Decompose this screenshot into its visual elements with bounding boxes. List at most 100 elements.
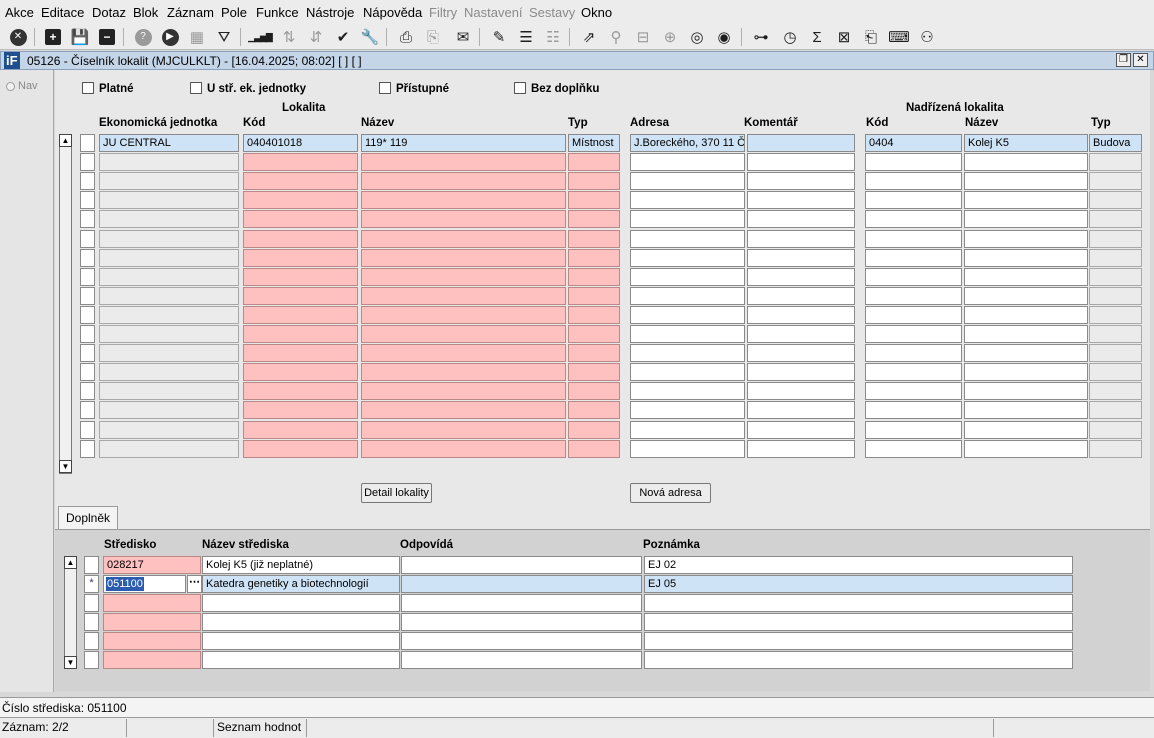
cell-kod[interactable]: 040401018 xyxy=(243,134,358,152)
cell-komentar[interactable] xyxy=(747,249,855,267)
sort-ascending-button[interactable]: ⇅ xyxy=(278,26,300,48)
row-selector[interactable] xyxy=(80,344,95,362)
row-selector[interactable] xyxy=(80,440,95,458)
cell-nazev[interactable] xyxy=(361,268,566,286)
cell-kod[interactable] xyxy=(243,287,358,305)
cell-n-nazev[interactable] xyxy=(964,172,1088,190)
row-selector[interactable] xyxy=(84,556,99,574)
cell-kod[interactable] xyxy=(243,440,358,458)
cell-komentar[interactable] xyxy=(747,363,855,381)
row-selector[interactable] xyxy=(80,210,95,228)
cell-n-nazev[interactable] xyxy=(964,440,1088,458)
cell-nazev[interactable] xyxy=(361,440,566,458)
cell-typ[interactable] xyxy=(568,363,620,381)
cell-nazev[interactable]: Katedra genetiky a biotechnologií xyxy=(202,575,400,593)
cell-ek[interactable] xyxy=(99,382,239,400)
person-button[interactable]: ⚇ xyxy=(916,26,938,48)
cell-n-kod[interactable] xyxy=(865,249,962,267)
cell-n-nazev[interactable] xyxy=(964,344,1088,362)
menu-item[interactable]: Okno xyxy=(581,5,612,20)
cell-kod[interactable] xyxy=(243,172,358,190)
wrench-button[interactable]: 🔧 xyxy=(359,26,381,48)
cell-ek[interactable] xyxy=(99,230,239,248)
cell-poznamka[interactable] xyxy=(644,632,1073,650)
cell-nazev[interactable] xyxy=(361,172,566,190)
row-selector[interactable] xyxy=(84,632,99,650)
menu-item[interactable]: Funkce xyxy=(256,5,299,20)
menu-item[interactable]: Filtry xyxy=(429,5,457,20)
cell-n-nazev[interactable] xyxy=(964,249,1088,267)
row-selector[interactable] xyxy=(80,268,95,286)
tab-doplnek[interactable]: Doplněk xyxy=(58,506,118,529)
cell-nazev[interactable] xyxy=(202,651,400,669)
eye-button[interactable]: ◉ xyxy=(713,26,735,48)
row-selector[interactable] xyxy=(80,153,95,171)
cell-komentar[interactable] xyxy=(747,382,855,400)
doc-button[interactable]: ⎗ xyxy=(860,26,882,48)
sub-scroll-down-button[interactable]: ▼ xyxy=(64,656,77,669)
attach-button[interactable]: ⚲ xyxy=(605,26,627,48)
cell-ek[interactable] xyxy=(99,287,239,305)
cell-typ[interactable] xyxy=(568,268,620,286)
row-selector[interactable] xyxy=(80,421,95,439)
cell-n-typ[interactable] xyxy=(1089,210,1142,228)
cell-adresa[interactable] xyxy=(630,306,745,324)
cell-nazev[interactable] xyxy=(361,306,566,324)
cell-komentar[interactable] xyxy=(747,325,855,343)
run-button[interactable]: ▶ xyxy=(159,26,181,48)
nav-radio-button[interactable]: Nav xyxy=(6,78,46,94)
cell-ek[interactable] xyxy=(99,440,239,458)
cell-ek[interactable] xyxy=(99,344,239,362)
cell-odpovida[interactable] xyxy=(401,651,642,669)
cell-komentar[interactable] xyxy=(747,344,855,362)
cell-odpovida[interactable] xyxy=(401,632,642,650)
cell-nazev[interactable]: Kolej K5 (již neplatné) xyxy=(202,556,400,574)
cell-n-typ[interactable] xyxy=(1089,268,1142,286)
cell-typ[interactable] xyxy=(568,382,620,400)
cell-kod[interactable] xyxy=(243,306,358,324)
menu-item[interactable]: Nástroje xyxy=(306,5,354,20)
cell-nazev[interactable] xyxy=(361,363,566,381)
sub-scroll-up-button[interactable]: ▲ xyxy=(64,556,77,569)
print-preview-button[interactable]: ⎘ xyxy=(422,26,444,48)
cell-n-typ[interactable] xyxy=(1089,172,1142,190)
cell-komentar[interactable] xyxy=(747,134,855,152)
close-window-button[interactable]: ✕ xyxy=(1133,53,1148,67)
platne-checkbox[interactable] xyxy=(82,82,94,94)
cell-nazev[interactable] xyxy=(361,153,566,171)
cell-n-kod[interactable] xyxy=(865,230,962,248)
cell-n-nazev[interactable] xyxy=(964,191,1088,209)
cell-ek[interactable]: JU CENTRAL xyxy=(99,134,239,152)
cell-typ[interactable] xyxy=(568,153,620,171)
open-external-button[interactable]: ⇗ xyxy=(578,26,600,48)
cell-nazev[interactable] xyxy=(361,401,566,419)
cell-komentar[interactable] xyxy=(747,172,855,190)
row-selector[interactable] xyxy=(84,613,99,631)
row-selector[interactable] xyxy=(80,363,95,381)
cell-n-typ[interactable]: Budova xyxy=(1089,134,1142,152)
cell-typ[interactable] xyxy=(568,421,620,439)
sort-descending-button[interactable]: ⇵ xyxy=(305,26,327,48)
cell-typ[interactable] xyxy=(568,230,620,248)
cell-odpovida[interactable] xyxy=(401,613,642,631)
cell-ek[interactable] xyxy=(99,401,239,419)
list-of-values-button[interactable]: ⋯ xyxy=(187,575,202,593)
list-button[interactable]: ☰ xyxy=(515,26,537,48)
cell-komentar[interactable] xyxy=(747,287,855,305)
cell-kod[interactable] xyxy=(243,363,358,381)
cell-n-typ[interactable] xyxy=(1089,325,1142,343)
filter-button[interactable]: ⛛ xyxy=(213,26,235,48)
cell-n-kod[interactable] xyxy=(865,306,962,324)
cell-stredisko[interactable] xyxy=(103,613,201,631)
glasses-button[interactable]: ⊶ xyxy=(750,26,772,48)
cell-n-typ[interactable] xyxy=(1089,191,1142,209)
cell-kod[interactable] xyxy=(243,230,358,248)
row-selector[interactable] xyxy=(84,651,99,669)
restore-window-button[interactable]: ❐ xyxy=(1116,53,1131,67)
cell-nazev[interactable] xyxy=(202,594,400,612)
excel-button[interactable]: ⊠ xyxy=(833,26,855,48)
cell-kod[interactable] xyxy=(243,325,358,343)
cell-n-typ[interactable] xyxy=(1089,421,1142,439)
menu-item[interactable]: Záznam xyxy=(167,5,214,20)
row-selector[interactable] xyxy=(80,306,95,324)
